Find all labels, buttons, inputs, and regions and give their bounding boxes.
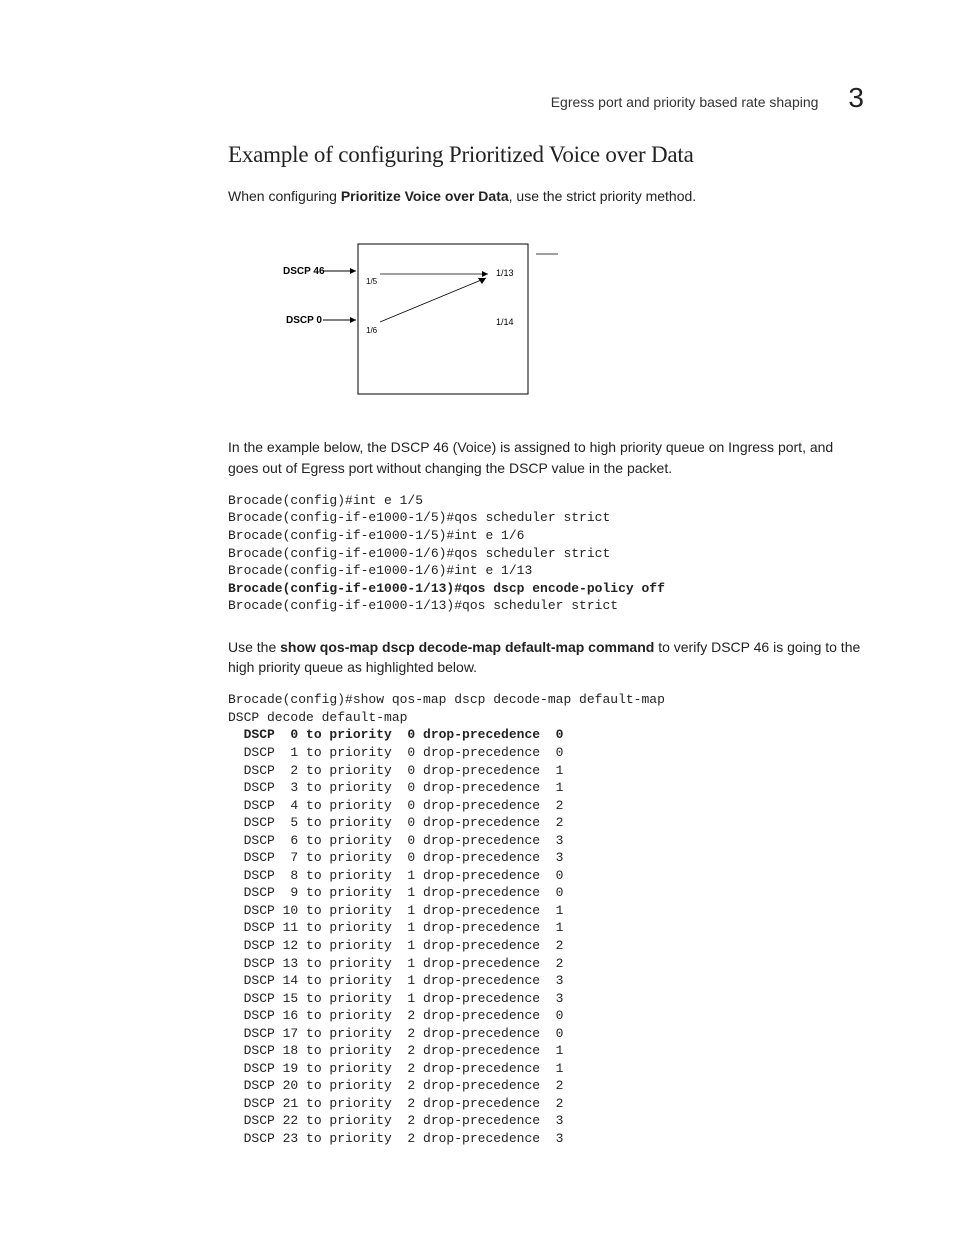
code-line: Brocade(config-if-e1000-1/6)#qos schedul… (228, 546, 610, 561)
cli-block-2: Brocade(config)#show qos-map dscp decode… (228, 691, 864, 1147)
intro-paragraph: When configuring Prioritize Voice over D… (228, 186, 864, 206)
port-1-13: 1/13 (496, 268, 514, 278)
text: Use the (228, 639, 280, 655)
text-bold: show qos-map dscp decode-map default-map… (280, 639, 654, 655)
example-paragraph: In the example below, the DSCP 46 (Voice… (228, 437, 864, 478)
dscp46-label: DSCP 46 (283, 266, 325, 277)
port-1-14: 1/14 (496, 317, 514, 327)
text: , use the strict priority method. (509, 188, 697, 204)
text: When configuring (228, 188, 341, 204)
cli-block-1: Brocade(config)#int e 1/5 Brocade(config… (228, 492, 864, 615)
running-header: Egress port and priority based rate shap… (551, 82, 864, 114)
code-line: Brocade(config)#int e 1/5 (228, 493, 423, 508)
code-line: Brocade(config-if-e1000-1/6)#int e 1/13 (228, 563, 532, 578)
code-line: Brocade(config-if-e1000-1/13)#qos schedu… (228, 598, 618, 613)
code-line-bold: Brocade(config-if-e1000-1/13)#qos dscp e… (228, 581, 665, 596)
code-line: Brocade(config-if-e1000-1/5)#int e 1/6 (228, 528, 524, 543)
port-1-5: 1/5 (366, 277, 378, 286)
code-line: Brocade(config-if-e1000-1/5)#qos schedul… (228, 510, 610, 525)
chapter-number: 3 (848, 82, 864, 114)
port-1-6: 1/6 (366, 326, 378, 335)
document-page: Egress port and priority based rate shap… (0, 0, 954, 1235)
code-line-bold: DSCP 0 to priority 0 drop-precedence 0 (228, 727, 563, 742)
section-heading: Example of configuring Prioritized Voice… (228, 142, 864, 168)
dscp0-label: DSCP 0 (286, 315, 322, 326)
network-diagram: DSCP 46 DSCP 0 1/5 1/6 1/13 1/14 (258, 234, 864, 409)
running-title: Egress port and priority based rate shap… (551, 94, 819, 110)
text-bold: Prioritize Voice over Data (341, 188, 509, 204)
verify-paragraph: Use the show qos-map dscp decode-map def… (228, 637, 864, 678)
